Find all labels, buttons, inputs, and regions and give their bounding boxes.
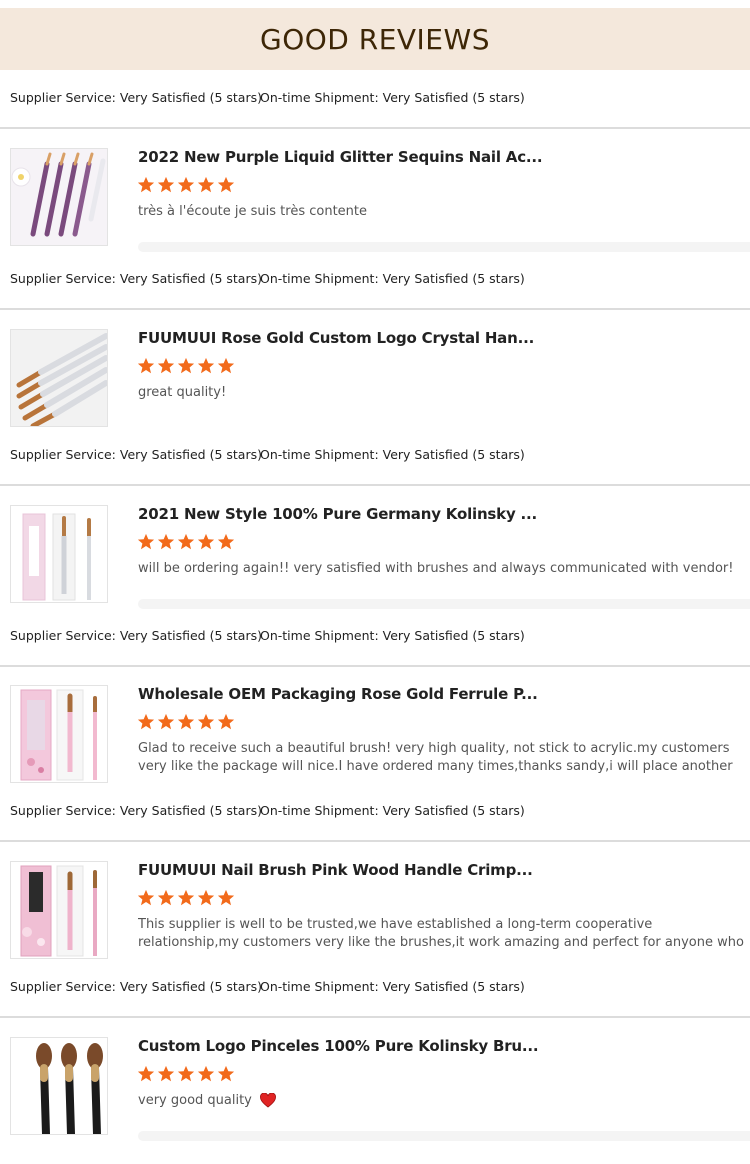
star-icon — [137, 1065, 155, 1082]
star-icon — [137, 176, 155, 193]
star-icon — [217, 713, 235, 730]
product-title[interactable]: Wholesale OEM Packaging Rose Gold Ferrul… — [138, 685, 538, 703]
review-footer-bar — [138, 242, 750, 252]
pink-wood-brush-box-image[interactable] — [10, 861, 108, 959]
review-card[interactable]: FUUMUUI Rose Gold Custom Logo Crystal Ha… — [0, 329, 750, 439]
star-rating — [137, 533, 235, 553]
star-icon — [177, 357, 195, 374]
review-text: This supplier is well to be trusted,we h… — [138, 917, 744, 950]
star-icon — [197, 889, 215, 906]
service-summary: Supplier Service: Very Satisfied (5 star… — [10, 90, 525, 105]
star-icon — [217, 176, 235, 193]
service-summary: Supplier Service: Very Satisfied (5 star… — [10, 271, 525, 286]
review-footer-bar — [138, 1131, 750, 1141]
star-icon — [217, 357, 235, 374]
star-icon — [197, 713, 215, 730]
ontime-shipment-rating: On-time Shipment: Very Satisfied (5 star… — [260, 628, 525, 643]
kolinsky-brush-box-image[interactable] — [10, 505, 108, 603]
star-icon — [157, 713, 175, 730]
page-header: GOOD REVIEWS — [0, 8, 750, 70]
star-rating — [137, 357, 235, 377]
review-card[interactable]: Custom Logo Pinceles 100% Pure Kolinsky … — [0, 1037, 750, 1147]
star-icon — [137, 357, 155, 374]
review-card[interactable]: 2021 New Style 100% Pure Germany Kolinsk… — [0, 505, 750, 615]
ontime-shipment-rating: On-time Shipment: Very Satisfied (5 star… — [260, 271, 525, 286]
divider — [0, 1016, 750, 1018]
divider — [0, 840, 750, 842]
star-icon — [137, 713, 155, 730]
supplier-service-rating: Supplier Service: Very Satisfied (5 star… — [10, 803, 262, 818]
review-text-row: very good quality — [138, 1092, 750, 1110]
star-icon — [197, 533, 215, 550]
divider — [0, 484, 750, 486]
star-icon — [177, 713, 195, 730]
star-icon — [217, 889, 235, 906]
star-rating — [137, 713, 235, 733]
star-icon — [137, 889, 155, 906]
rose-gold-crystal-brushes-image[interactable] — [10, 329, 108, 427]
star-icon — [217, 533, 235, 550]
star-icon — [217, 1065, 235, 1082]
review-text: très à l'écoute je suis très contente — [138, 204, 368, 219]
star-icon — [157, 357, 175, 374]
ontime-shipment-rating: On-time Shipment: Very Satisfied (5 star… — [260, 803, 525, 818]
product-title[interactable]: 2021 New Style 100% Pure Germany Kolinsk… — [138, 505, 537, 523]
star-icon — [177, 176, 195, 193]
star-icon — [157, 533, 175, 550]
service-summary: Supplier Service: Very Satisfied (5 star… — [10, 803, 525, 818]
ontime-shipment-rating: On-time Shipment: Very Satisfied (5 star… — [260, 90, 525, 105]
product-title[interactable]: FUUMUUI Nail Brush Pink Wood Handle Crim… — [138, 861, 533, 879]
divider — [0, 308, 750, 310]
star-icon — [157, 1065, 175, 1082]
purple-glitter-brushes-image[interactable] — [10, 148, 108, 246]
supplier-service-rating: Supplier Service: Very Satisfied (5 star… — [10, 90, 262, 105]
supplier-service-rating: Supplier Service: Very Satisfied (5 star… — [10, 979, 262, 994]
star-rating — [137, 176, 235, 196]
product-title[interactable]: Custom Logo Pinceles 100% Pure Kolinsky … — [138, 1037, 539, 1055]
star-icon — [177, 889, 195, 906]
star-icon — [197, 357, 215, 374]
service-summary: Supplier Service: Very Satisfied (5 star… — [10, 628, 525, 643]
review-text: will be ordering again!! very satisfied … — [138, 561, 734, 576]
review-text: very good quality — [138, 1093, 252, 1108]
service-summary: Supplier Service: Very Satisfied (5 star… — [10, 447, 525, 462]
star-icon — [177, 533, 195, 550]
divider — [0, 665, 750, 667]
custom-packaging-brush-image[interactable] — [10, 685, 108, 783]
heart-icon — [260, 1093, 276, 1108]
service-summary: Supplier Service: Very Satisfied (5 star… — [10, 979, 525, 994]
star-rating — [137, 1065, 235, 1085]
product-title[interactable]: 2022 New Purple Liquid Glitter Sequins N… — [138, 148, 543, 166]
review-text: great quality! — [138, 385, 227, 400]
supplier-service-rating: Supplier Service: Very Satisfied (5 star… — [10, 447, 262, 462]
review-card[interactable]: 2022 New Purple Liquid Glitter Sequins N… — [0, 148, 750, 258]
star-icon — [157, 176, 175, 193]
review-card[interactable]: Wholesale OEM Packaging Rose Gold Ferrul… — [0, 685, 750, 795]
star-icon — [177, 1065, 195, 1082]
star-icon — [137, 533, 155, 550]
star-icon — [197, 1065, 215, 1082]
product-title[interactable]: FUUMUUI Rose Gold Custom Logo Crystal Ha… — [138, 329, 534, 347]
divider — [0, 127, 750, 129]
star-rating — [137, 889, 235, 909]
star-icon — [197, 176, 215, 193]
black-handle-brushes-image[interactable] — [10, 1037, 108, 1135]
page-title: GOOD REVIEWS — [260, 22, 490, 56]
review-text: Glad to receive such a beautiful brush! … — [138, 741, 733, 774]
ontime-shipment-rating: On-time Shipment: Very Satisfied (5 star… — [260, 447, 525, 462]
star-icon — [157, 889, 175, 906]
review-card[interactable]: FUUMUUI Nail Brush Pink Wood Handle Crim… — [0, 861, 750, 971]
supplier-service-rating: Supplier Service: Very Satisfied (5 star… — [10, 628, 262, 643]
review-footer-bar — [138, 599, 750, 609]
ontime-shipment-rating: On-time Shipment: Very Satisfied (5 star… — [260, 979, 525, 994]
supplier-service-rating: Supplier Service: Very Satisfied (5 star… — [10, 271, 262, 286]
